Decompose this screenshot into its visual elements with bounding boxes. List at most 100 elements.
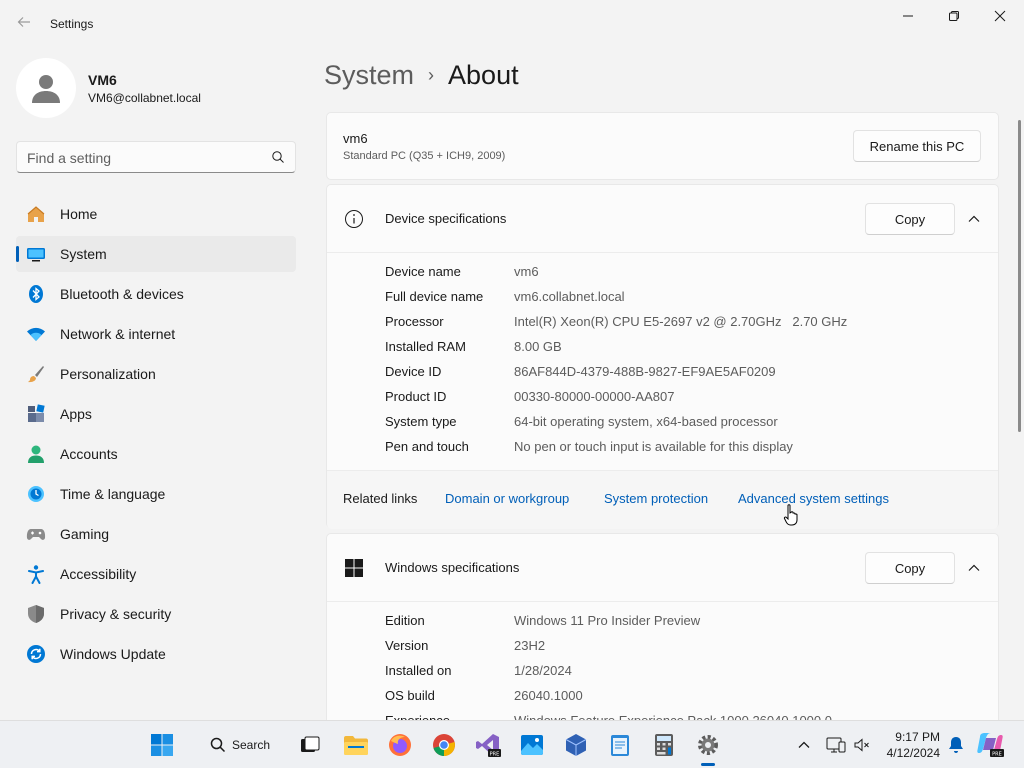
sidebar-item-home[interactable]: Home [16, 196, 296, 232]
sidebar-item-time-language[interactable]: Time & language [16, 476, 296, 512]
copilot-preview-button[interactable]: PRE [976, 731, 1004, 759]
calculator-icon [655, 734, 673, 756]
taskbar-time[interactable]: 9:17 PM [880, 730, 940, 744]
minimize-icon [903, 15, 913, 17]
sidebar-item-network[interactable]: Network & internet [16, 316, 296, 352]
sidebar-item-privacy-security[interactable]: Privacy & security [16, 596, 296, 632]
sidebar-item-bluetooth[interactable]: Bluetooth & devices [16, 276, 296, 312]
virtualbox-button[interactable] [562, 731, 590, 759]
sidebar-item-label: Privacy & security [60, 606, 172, 622]
sidebar-item-windows-update[interactable]: Windows Update [16, 636, 296, 672]
minimize-button[interactable] [886, 4, 930, 28]
chevron-up-icon[interactable] [966, 560, 982, 576]
breadcrumb-separator: › [428, 65, 435, 85]
volume-muted-icon [854, 738, 869, 752]
spec-label: Installed on [385, 663, 452, 678]
spec-value: 26040.1000 [514, 688, 583, 703]
copy-device-specs-button[interactable]: Copy [865, 203, 955, 235]
sidebar-item-label: System [60, 246, 107, 262]
accessibility-icon [26, 564, 46, 584]
spec-value: vm6.collabnet.local [514, 289, 625, 304]
sidebar-item-label: Personalization [60, 366, 156, 382]
sidebar-item-label: Windows Update [60, 646, 166, 662]
copy-windows-specs-button[interactable]: Copy [865, 552, 955, 584]
calculator-button[interactable] [650, 731, 678, 759]
sidebar-item-gaming[interactable]: Gaming [16, 516, 296, 552]
sidebar-item-apps[interactable]: Apps [16, 396, 296, 432]
sidebar-item-label: Apps [60, 406, 92, 422]
breadcrumb-parent[interactable]: System [324, 60, 414, 90]
user-name: VM6 [88, 72, 117, 88]
settings-taskbar-button[interactable] [694, 731, 722, 759]
search-input[interactable]: Find a setting [16, 141, 296, 173]
update-icon [26, 644, 46, 664]
spec-label: System type [385, 414, 457, 429]
related-links-label: Related links [343, 491, 418, 506]
spec-value: Windows 11 Pro Insider Preview [514, 613, 701, 628]
sidebar-item-accessibility[interactable]: Accessibility [16, 556, 296, 592]
notepad-button[interactable] [606, 731, 634, 759]
home-icon [26, 204, 46, 224]
spec-label: Product ID [385, 389, 447, 404]
maximize-button[interactable] [932, 4, 976, 28]
notifications-button[interactable] [942, 731, 970, 759]
rename-pc-button[interactable]: Rename this PC [853, 130, 981, 162]
divider [327, 601, 998, 602]
volume-button[interactable] [848, 731, 876, 759]
chrome-button[interactable] [430, 731, 458, 759]
taskbar-date[interactable]: 4/12/2024 [880, 746, 940, 760]
sidebar-item-label: Time & language [60, 486, 166, 502]
active-app-indicator [701, 763, 715, 766]
app-title: Settings [50, 17, 94, 31]
chevron-up-icon[interactable] [966, 211, 982, 227]
chrome-icon [433, 734, 455, 756]
advanced-system-settings-link[interactable]: Advanced system settings [738, 491, 889, 506]
system-icon [26, 244, 46, 264]
sidebar-item-personalization[interactable]: Personalization [16, 356, 296, 392]
user-avatar-icon [32, 75, 60, 103]
spec-value: 23H2 [514, 638, 546, 653]
task-view-button[interactable] [296, 731, 324, 759]
start-button[interactable] [148, 731, 176, 759]
sidebar-item-accounts[interactable]: Accounts [16, 436, 296, 472]
network-status-button[interactable] [822, 731, 850, 759]
gear-icon [698, 735, 718, 755]
user-profile[interactable]: VM6 VM6@collabnet.local [16, 58, 296, 118]
windows-specs-header[interactable]: Windows specifications Copy [327, 534, 998, 601]
clock-globe-icon [26, 484, 46, 504]
sidebar-item-label: Gaming [60, 526, 110, 542]
system-protection-link[interactable]: System protection [604, 491, 708, 506]
file-explorer-button[interactable] [342, 731, 370, 759]
sidebar-item-label: Accessibility [60, 566, 137, 582]
page-title: About [448, 60, 519, 90]
search-placeholder: Find a setting [27, 150, 112, 166]
taskbar-search[interactable]: Search [200, 729, 280, 761]
photos-icon [521, 735, 543, 755]
sidebar-item-system[interactable]: System [16, 236, 296, 272]
visual-studio-preview-button[interactable]: PRE [474, 731, 502, 759]
back-button[interactable] [14, 14, 34, 34]
firefox-button[interactable] [386, 731, 414, 759]
spec-label: Installed RAM [385, 339, 466, 354]
brush-icon [26, 364, 46, 384]
photos-button[interactable] [518, 731, 546, 759]
sidebar-item-label: Bluetooth & devices [60, 286, 184, 302]
spec-label: Pen and touch [385, 439, 469, 454]
device-specs-header[interactable]: Device specifications Copy [327, 185, 998, 252]
close-button[interactable] [978, 4, 1022, 28]
pc-name: vm6 [343, 131, 368, 146]
spec-value: 64-bit operating system, x64-based proce… [514, 414, 778, 429]
show-hidden-icons-button[interactable] [790, 731, 818, 759]
task-view-icon [301, 736, 320, 752]
device-specs-title: Device specifications [385, 211, 507, 226]
copilot-preview-icon: PRE [977, 733, 1004, 758]
pc-name-card: vm6 Standard PC (Q35 + ICH9, 2009) Renam… [326, 112, 999, 180]
taskbar-search-label: Search [232, 738, 271, 752]
domain-workgroup-link[interactable]: Domain or workgroup [445, 491, 569, 506]
avatar [16, 58, 76, 118]
spec-label: OS build [385, 688, 435, 703]
scrollbar[interactable] [1018, 120, 1021, 432]
taskbar: Search PRE 9:17 PM 4/12/2024 PRE [0, 720, 1024, 768]
spec-value: 00330-80000-00000-AA807 [514, 389, 675, 404]
search-icon [210, 737, 226, 753]
